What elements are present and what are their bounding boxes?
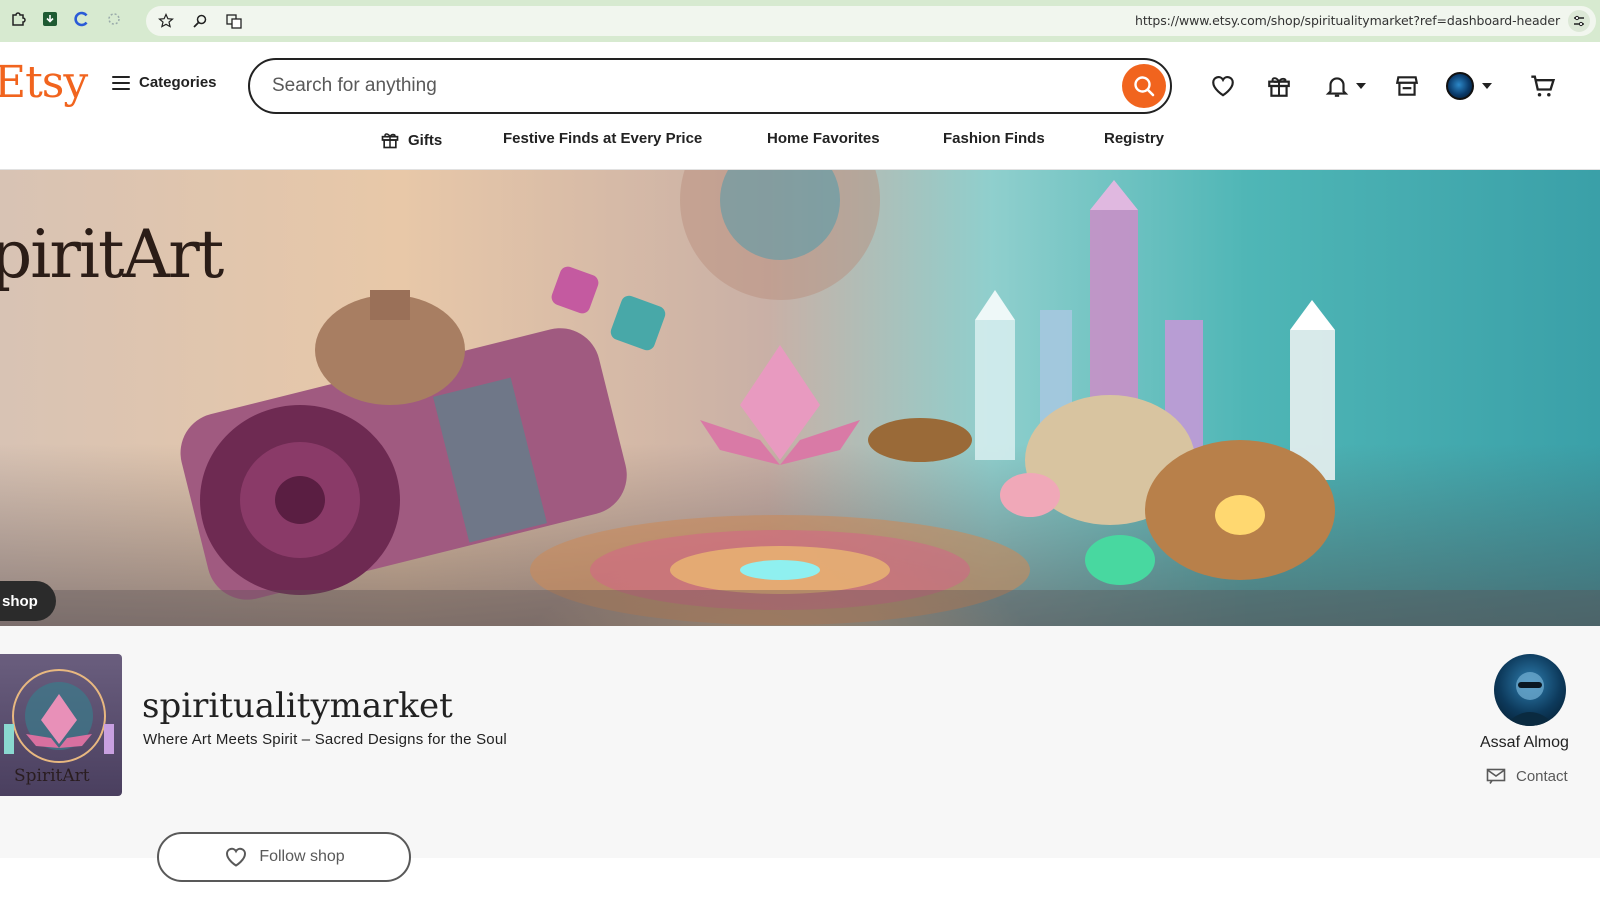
owner-name[interactable]: Assaf Almog	[1480, 734, 1569, 752]
category-nav: Gifts Festive Finds at Every Price Home …	[0, 126, 1600, 156]
search-icon	[1134, 76, 1155, 97]
star-icon[interactable]	[156, 11, 176, 31]
contact-label: Contact	[1516, 767, 1568, 785]
gift-button[interactable]	[1259, 66, 1299, 106]
site-header: Etsy Categories Search for anything Gift…	[0, 42, 1600, 170]
shop-logo-text: SpiritArt	[14, 766, 90, 786]
shop-icon	[1395, 76, 1419, 96]
mail-icon	[1486, 768, 1506, 784]
heart-icon	[226, 847, 247, 867]
site-settings-icon[interactable]	[1568, 10, 1590, 32]
refresh-c-icon[interactable]	[72, 9, 92, 29]
gift-icon	[1268, 77, 1290, 97]
banner-artwork	[0, 170, 1600, 626]
nav-item-gifts[interactable]: Gifts	[380, 130, 442, 150]
categories-label: Categories	[139, 74, 217, 91]
shop-tagline: Where Art Meets Spirit – Sacred Designs …	[143, 731, 507, 748]
chevron-down-icon	[1356, 83, 1366, 89]
download-icon[interactable]	[40, 9, 60, 29]
puzzle-icon[interactable]	[8, 9, 28, 29]
banner-title: piritArt	[0, 216, 224, 293]
gift-icon	[381, 133, 399, 149]
account-menu-button[interactable]	[1440, 66, 1498, 106]
favorites-button[interactable]	[1203, 66, 1243, 106]
extension-icons	[8, 9, 124, 29]
nav-item-home-favorites[interactable]: Home Favorites	[767, 130, 880, 147]
nav-item-label: Gifts	[408, 131, 443, 149]
browser-toolbar: https://www.etsy.com/shop/spiritualityma…	[0, 0, 1600, 42]
search-input[interactable]	[272, 72, 1092, 100]
categories-button[interactable]: Categories	[112, 74, 217, 91]
owner-portrait	[1504, 672, 1556, 726]
owner-avatar[interactable]	[1494, 654, 1566, 726]
chevron-down-icon	[1482, 83, 1492, 89]
notifications-button[interactable]	[1315, 66, 1375, 106]
nav-item-festive-finds[interactable]: Festive Finds at Every Price	[503, 130, 702, 147]
address-bar[interactable]: https://www.etsy.com/shop/spiritualityma…	[146, 6, 1596, 36]
translate-icon[interactable]	[224, 11, 244, 31]
menu-icon	[112, 75, 130, 90]
search-button[interactable]	[1122, 64, 1166, 108]
heart-icon	[1212, 76, 1234, 97]
url-text[interactable]: https://www.etsy.com/shop/spiritualityma…	[1135, 13, 1560, 28]
nav-item-fashion-finds[interactable]: Fashion Finds	[943, 130, 1045, 147]
nav-item-registry[interactable]: Registry	[1104, 130, 1164, 147]
cart-button[interactable]	[1523, 66, 1563, 106]
shop-info: SpiritArt spiritualitymarket Where Art M…	[0, 626, 1600, 858]
sparkle-icon[interactable]	[104, 9, 124, 29]
search-bar	[248, 58, 1172, 114]
shop-banner: piritArt shop	[0, 170, 1600, 626]
etsy-logo[interactable]: Etsy	[0, 57, 88, 108]
shop-logo[interactable]: SpiritArt	[0, 654, 122, 796]
shop-name: spiritualitymarket	[142, 686, 453, 726]
bell-icon	[1325, 77, 1349, 97]
follow-shop-label: Follow shop	[259, 848, 345, 865]
account-avatar	[1446, 72, 1474, 100]
zoom-icon[interactable]	[190, 11, 210, 31]
shop-manager-button[interactable]	[1387, 66, 1427, 106]
contact-button[interactable]: Contact	[1486, 767, 1568, 785]
cart-icon	[1531, 75, 1556, 97]
follow-shop-button[interactable]: Follow shop	[157, 832, 411, 882]
banner-shop-label[interactable]: shop	[0, 581, 56, 621]
